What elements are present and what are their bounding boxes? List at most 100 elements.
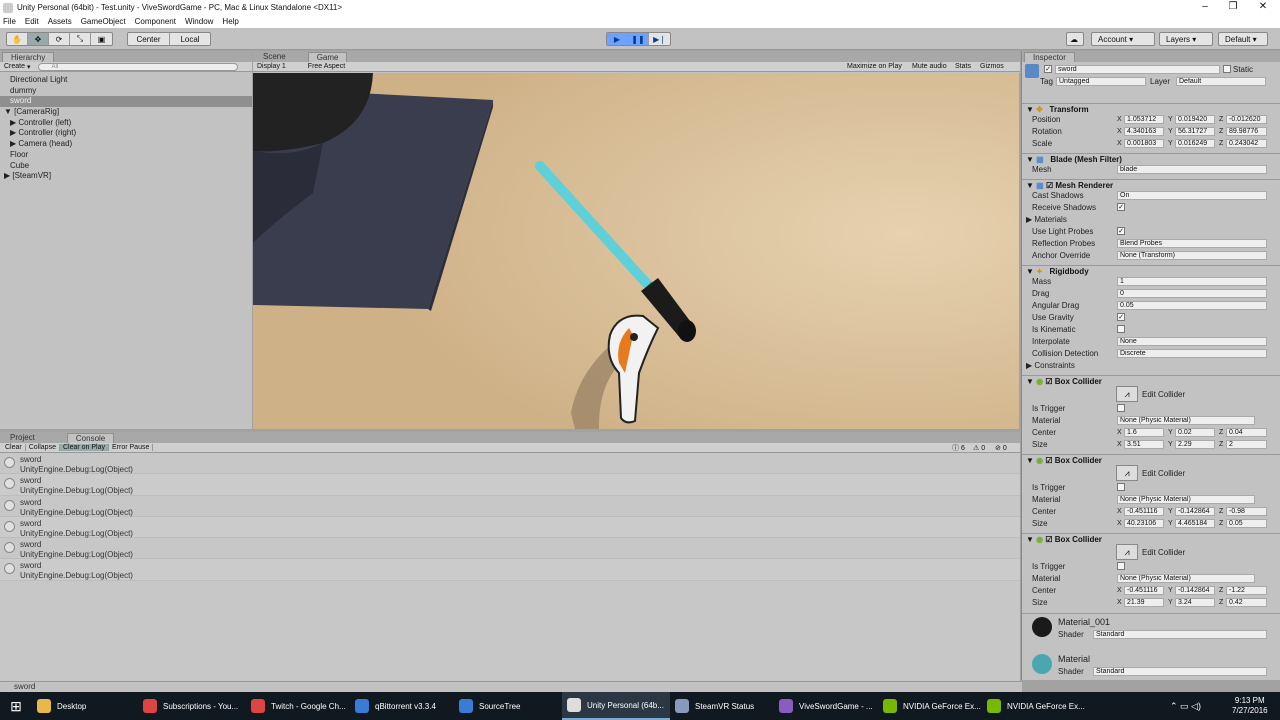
box-collider-header[interactable]: ▼ ◉ ☑ Box Collider	[1022, 533, 1280, 544]
angular-drag-field[interactable]: 0.05	[1117, 301, 1267, 310]
menu-gameobject[interactable]: GameObject	[81, 17, 126, 26]
windows-start-icon[interactable]: ⊞	[0, 692, 32, 720]
transform-header[interactable]: ▼ ✥ Transform	[1022, 103, 1280, 114]
scale-y-field[interactable]: 0.016249	[1175, 139, 1215, 148]
hierarchy-item[interactable]: dummy	[0, 86, 252, 97]
physic-material-field[interactable]: None (Physic Material)	[1117, 495, 1255, 504]
center-x-field[interactable]: -0.451116	[1124, 507, 1164, 516]
size-z-field[interactable]: 2	[1226, 440, 1267, 449]
rotate-tool-icon[interactable]: ⟳	[49, 33, 70, 45]
center-x-field[interactable]: 1.6	[1124, 428, 1164, 437]
tray-icons[interactable]: ⌃ ▭ ◁)	[1170, 701, 1201, 712]
anchor-override-field[interactable]: None (Transform)	[1117, 251, 1267, 260]
create-dropdown[interactable]: Create	[4, 63, 25, 70]
taskbar-app-button[interactable]: Subscriptions - You...	[138, 692, 246, 720]
center-x-field[interactable]: -0.451116	[1124, 586, 1164, 595]
minimize-button[interactable]: –	[1190, 0, 1220, 15]
receive-shadows-checkbox[interactable]: ✓	[1117, 203, 1125, 211]
size-y-field[interactable]: 2.29	[1175, 440, 1215, 449]
mesh-renderer-header[interactable]: ▼ ▦ ☑ Mesh Renderer	[1022, 179, 1280, 190]
tab-project[interactable]: Project	[2, 433, 43, 443]
constraints-foldout[interactable]: ▶ Constraints	[1026, 361, 1075, 370]
taskbar-app-button[interactable]: ViveSwordGame - ...	[774, 692, 878, 720]
taskbar-app-button[interactable]: SourceTree	[454, 692, 562, 720]
collision-detection-dropdown[interactable]: Discrete	[1117, 349, 1267, 358]
scale-tool-icon[interactable]: ⤡	[70, 33, 91, 45]
object-name-field[interactable]: sword	[1055, 65, 1220, 74]
rotation-z-field[interactable]: 89.98776	[1226, 127, 1267, 136]
menu-file[interactable]: File	[3, 17, 16, 26]
console-log-row[interactable]: sword UnityEngine.Debug:Log(Object)	[0, 538, 1020, 560]
drag-field[interactable]: 0	[1117, 289, 1267, 298]
menu-assets[interactable]: Assets	[48, 17, 72, 26]
rect-tool-icon[interactable]: ▣	[91, 33, 112, 45]
interpolate-dropdown[interactable]: None	[1117, 337, 1267, 346]
info-count-badge[interactable]: ⓘ 6	[952, 443, 965, 453]
scale-z-field[interactable]: 0.243042	[1226, 139, 1267, 148]
cast-shadows-dropdown[interactable]: On	[1117, 191, 1267, 200]
mesh-filter-header[interactable]: ▼ ▦ Blade (Mesh Filter)	[1022, 153, 1280, 164]
maximize-button[interactable]: ❐	[1218, 0, 1248, 15]
console-log-row[interactable]: sword UnityEngine.Debug:Log(Object)	[0, 496, 1020, 517]
error-pause-toggle[interactable]: Error Pause	[109, 444, 154, 451]
hierarchy-item[interactable]: Directional Light	[0, 75, 252, 86]
box-collider-header[interactable]: ▼ ◉ ☑ Box Collider	[1022, 375, 1280, 386]
size-x-field[interactable]: 3.51	[1124, 440, 1164, 449]
enabled-check[interactable]: ☑	[1045, 456, 1052, 465]
position-z-field[interactable]: -0.012620	[1226, 115, 1267, 124]
enabled-check[interactable]: ☑	[1045, 535, 1052, 544]
warning-count-badge[interactable]: ⚠ 0	[973, 444, 985, 452]
taskbar-app-button[interactable]: NVIDIA GeForce Ex...	[878, 692, 982, 720]
layers-dropdown[interactable]: Layers ▾	[1159, 32, 1213, 46]
physic-material-field[interactable]: None (Physic Material)	[1117, 574, 1255, 583]
tab-inspector[interactable]: Inspector	[1024, 52, 1075, 62]
move-tool-icon[interactable]: ✥	[28, 33, 49, 45]
tab-hierarchy[interactable]: Hierarchy	[2, 52, 55, 62]
clear-button[interactable]: Clear	[2, 444, 26, 451]
static-checkbox[interactable]	[1223, 65, 1231, 73]
local-toggle[interactable]: Local	[170, 33, 210, 45]
pause-icon[interactable]: ❚❚	[628, 33, 649, 45]
hierarchy-item[interactable]: ▶ [SteamVR]	[0, 171, 252, 182]
rotation-y-field[interactable]: 56.31727	[1175, 127, 1215, 136]
menu-window[interactable]: Window	[185, 17, 213, 26]
cloud-icon[interactable]: ☁	[1066, 32, 1084, 46]
hierarchy-item[interactable]: ▶ Camera (head)	[0, 139, 252, 150]
play-icon[interactable]: ▶	[607, 33, 628, 45]
taskbar-app-button[interactable]: qBittorrent v3.3.4	[350, 692, 454, 720]
center-z-field[interactable]: 0.04	[1226, 428, 1267, 437]
center-y-field[interactable]: -0.142864	[1175, 586, 1215, 595]
reflection-probes-dropdown[interactable]: Blend Probes	[1117, 239, 1267, 248]
layer-dropdown[interactable]: Default	[1176, 77, 1266, 86]
scale-x-field[interactable]: 0.001803	[1124, 139, 1164, 148]
display-dropdown[interactable]: Display 1	[257, 63, 286, 70]
close-button[interactable]: ✕	[1248, 0, 1278, 15]
tab-scene[interactable]: Scene	[255, 52, 294, 62]
console-log-row[interactable]: sword UnityEngine.Debug:Log(Object)	[0, 474, 1020, 496]
hierarchy-item[interactable]: sword	[0, 96, 252, 108]
materials-foldout[interactable]: ▶ Materials	[1026, 215, 1067, 224]
is-kinematic-checkbox[interactable]	[1117, 325, 1125, 333]
mute-toggle[interactable]: Mute audio	[912, 63, 947, 70]
center-z-field[interactable]: -0.98	[1226, 507, 1267, 516]
stats-toggle[interactable]: Stats	[955, 63, 971, 70]
center-y-field[interactable]: 0.02	[1175, 428, 1215, 437]
size-x-field[interactable]: 40.23106	[1124, 519, 1164, 528]
hierarchy-item[interactable]: Floor	[0, 150, 252, 161]
center-z-field[interactable]: -1.22	[1226, 586, 1267, 595]
edit-collider-button[interactable]: ⩘	[1116, 544, 1138, 560]
rotation-x-field[interactable]: 4.340163	[1124, 127, 1164, 136]
taskbar-app-button[interactable]: Twitch - Google Ch...	[246, 692, 350, 720]
game-viewport[interactable]	[253, 73, 1019, 429]
is-trigger-checkbox[interactable]	[1117, 483, 1125, 491]
center-toggle[interactable]: Center	[128, 33, 170, 45]
light-probes-checkbox[interactable]: ✓	[1117, 227, 1125, 235]
mesh-field[interactable]: blade	[1117, 165, 1267, 174]
tag-dropdown[interactable]: Untagged	[1056, 77, 1146, 86]
console-log-row[interactable]: sword UnityEngine.Debug:Log(Object)	[0, 453, 1020, 475]
clock[interactable]: 9:13 PM 7/27/2016	[1232, 696, 1268, 716]
is-trigger-checkbox[interactable]	[1117, 562, 1125, 570]
edit-collider-button[interactable]: ⩘	[1116, 465, 1138, 481]
use-gravity-checkbox[interactable]: ✓	[1117, 313, 1125, 321]
shader-dropdown[interactable]: Standard	[1093, 667, 1267, 676]
